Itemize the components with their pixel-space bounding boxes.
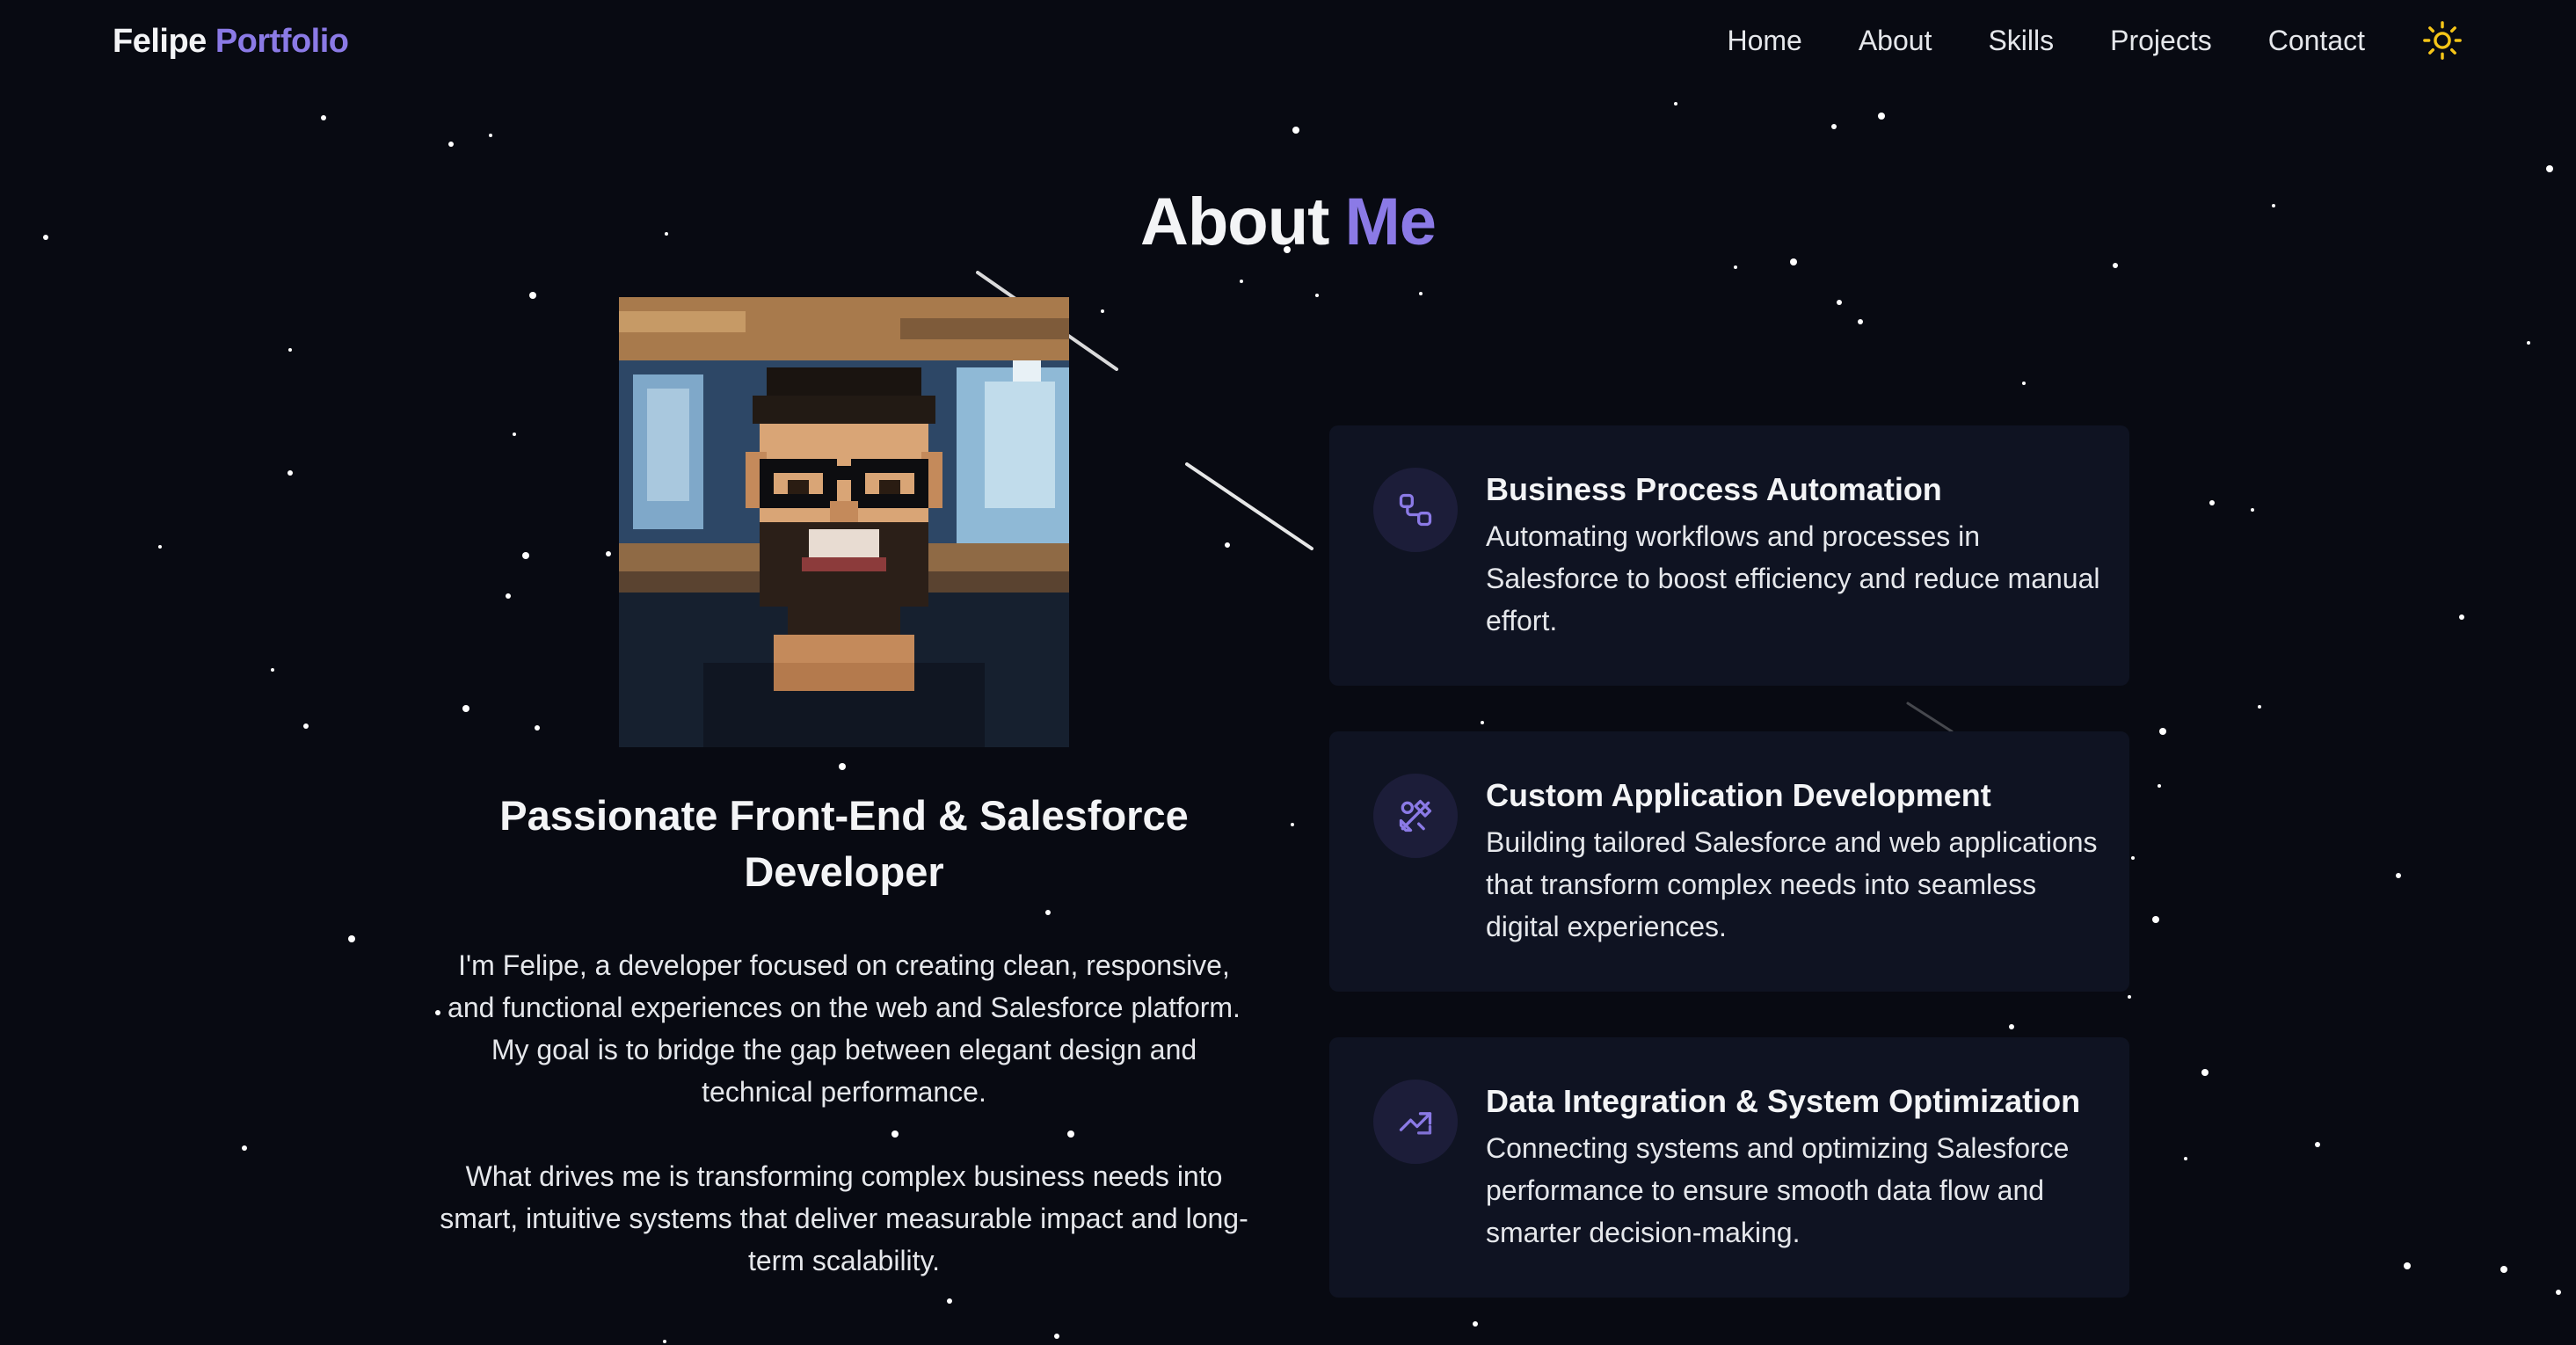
service-title: Business Process Automation	[1486, 471, 1942, 507]
nav-link-contact[interactable]: Contact	[2268, 25, 2365, 57]
nav-link-home[interactable]: Home	[1727, 25, 1801, 57]
about-title: About	[1139, 184, 1329, 259]
about-headline: Passionate Front-End & Salesforce Develo…	[499, 792, 1189, 895]
brand-accent: Portfolio	[215, 23, 349, 60]
service-card: Custom Application Development Building …	[1329, 731, 2129, 992]
brand-logo[interactable]: Felipe Portfolio	[113, 23, 349, 61]
about-section-title: About Me	[0, 184, 2576, 260]
about-title-accent: Me	[1344, 184, 1437, 259]
nav-link-projects[interactable]: Projects	[2110, 25, 2212, 57]
nav-links: Home About Skills Projects Contact	[1727, 19, 2463, 62]
top-navbar: Felipe Portfolio Home About Skills Projec…	[0, 0, 2576, 88]
service-description: Connecting systems and optimizing Salesf…	[1486, 1132, 2070, 1248]
workflow-icon	[1373, 468, 1458, 552]
bio-paragraph: What drives me is transforming complex b…	[440, 1160, 1248, 1276]
nav-link-skills[interactable]: Skills	[1988, 25, 2054, 57]
sun-icon	[2423, 21, 2462, 60]
service-description: Automating workflows and processes in Sa…	[1486, 520, 2100, 636]
tools-icon	[1373, 774, 1458, 858]
service-card: Data Integration & System Optimization C…	[1329, 1037, 2129, 1298]
theme-toggle-button[interactable]	[2421, 19, 2463, 62]
service-description: Building tailored Salesforce and web app…	[1486, 826, 2098, 942]
service-title: Data Integration & System Optimization	[1486, 1083, 2081, 1119]
bio-paragraph: I'm Felipe, a developer focused on creat…	[448, 949, 1241, 1108]
profile-avatar	[619, 297, 1069, 747]
brand-name: Felipe	[113, 23, 207, 60]
trending-up-icon	[1373, 1080, 1458, 1164]
service-card: Business Process Automation Automating w…	[1329, 425, 2129, 686]
service-title: Custom Application Development	[1486, 777, 1991, 813]
nav-link-about[interactable]: About	[1859, 25, 1932, 57]
